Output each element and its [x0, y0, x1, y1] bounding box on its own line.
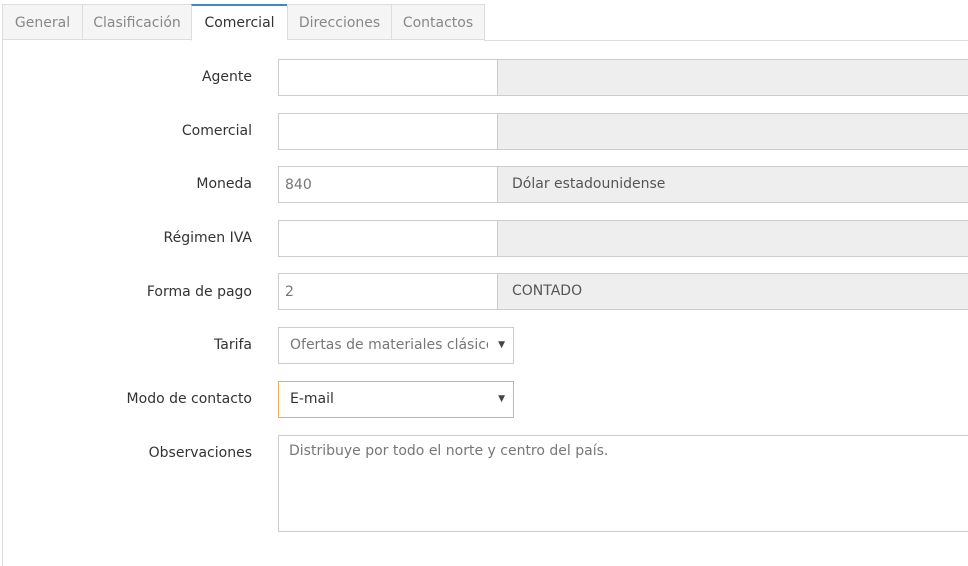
modo-contacto-selected-value: E-mail [290, 391, 334, 407]
tarifa-select[interactable]: Ofertas de materiales clásicos ▼ [278, 327, 514, 364]
comercial-description [498, 113, 968, 150]
regimen-iva-code-input[interactable] [278, 220, 498, 257]
forma-pago-description: CONTADO [498, 273, 968, 310]
moneda-label: Moneda [196, 176, 252, 192]
comercial-label: Comercial [181, 123, 252, 139]
customer-form-page: General Clasificación Comercial Direccio… [0, 0, 968, 566]
panel-border [2, 40, 3, 566]
moneda-code-input[interactable] [278, 166, 498, 203]
tab-contactos[interactable]: Contactos [391, 4, 485, 40]
tarifa-label: Tarifa [214, 337, 252, 353]
moneda-description: Dólar estadounidense [498, 166, 968, 203]
forma-pago-label: Forma de pago [146, 284, 252, 300]
tab-general[interactable]: General [2, 4, 82, 40]
tab-divider [484, 40, 968, 41]
agente-label: Agente [201, 69, 252, 85]
agente-code-input[interactable] [278, 59, 498, 96]
observaciones-textarea[interactable]: Distribuye por todo el norte y centro de… [278, 435, 968, 532]
tab-comercial[interactable]: Comercial [191, 4, 287, 41]
tab-clasificacion[interactable]: Clasificación [82, 4, 191, 40]
agente-description [498, 59, 968, 96]
regimen-iva-label: Régimen IVA [163, 230, 252, 246]
chevron-down-icon: ▼ [498, 394, 505, 404]
chevron-down-icon: ▼ [498, 340, 505, 350]
tarifa-selected-value: Ofertas de materiales clásicos [290, 337, 488, 353]
comercial-code-input[interactable] [278, 113, 498, 150]
modo-contacto-select[interactable]: E-mail ▼ [278, 381, 514, 418]
tab-direcciones[interactable]: Direcciones [287, 4, 391, 40]
tab-bar: General Clasificación Comercial Direccio… [2, 4, 485, 41]
forma-pago-code-input[interactable] [278, 273, 498, 310]
modo-contacto-label: Modo de contacto [126, 391, 252, 407]
observaciones-label: Observaciones [148, 445, 252, 461]
regimen-iva-description [498, 220, 968, 257]
